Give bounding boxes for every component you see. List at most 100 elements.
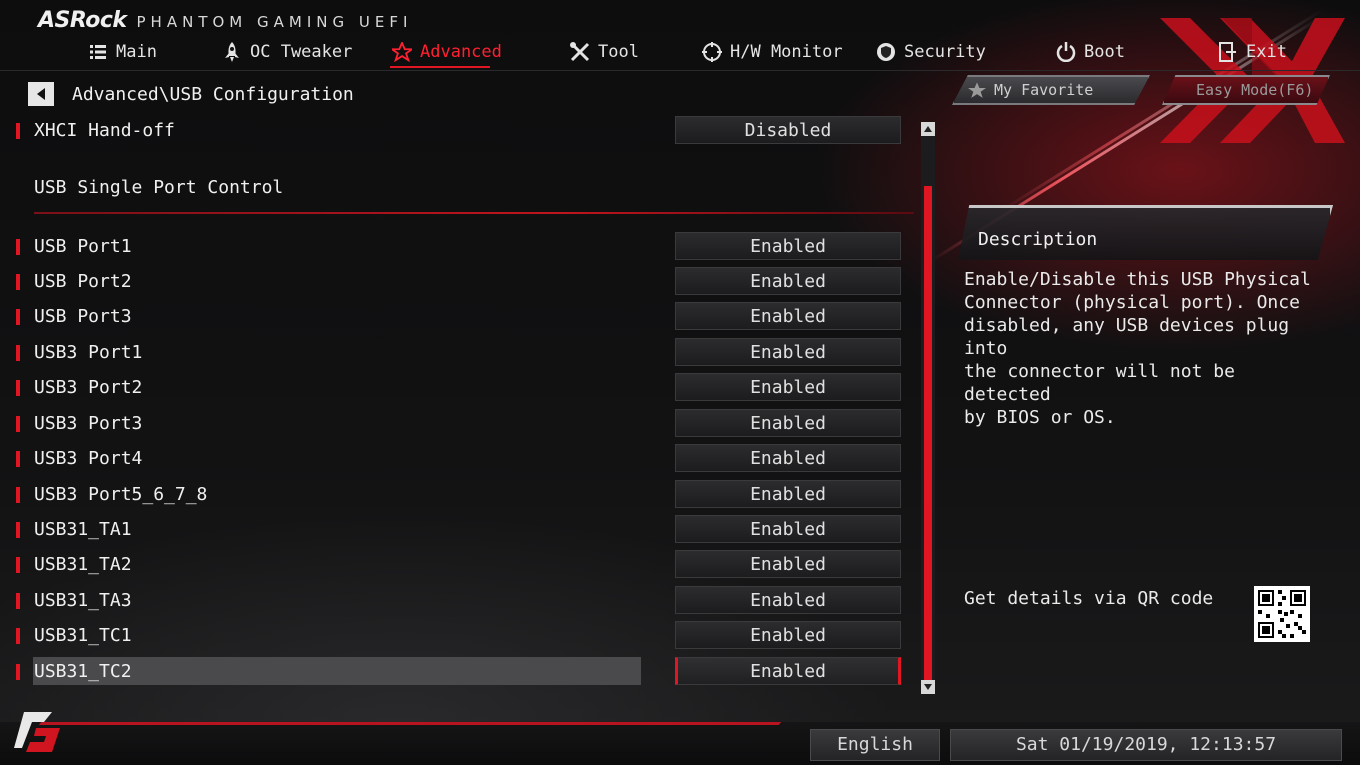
star-icon <box>392 42 412 62</box>
brand-subtitle: PHANTOM GAMING UEFI <box>136 13 413 31</box>
tab-hw-monitor[interactable]: H/W Monitor <box>702 42 843 62</box>
row-marker <box>16 487 20 503</box>
setting-row-usb3-port1[interactable]: USB3 Port1 Enabled <box>0 338 910 368</box>
setting-value-dropdown[interactable]: Disabled <box>675 116 901 144</box>
setting-label: USB3 Port5_6_7_8 <box>34 484 208 505</box>
row-marker <box>16 380 20 396</box>
setting-value-dropdown[interactable]: Enabled <box>675 515 901 543</box>
tab-tool[interactable]: Tool <box>570 42 639 62</box>
tab-oc-tweaker-label: OC Tweaker <box>250 42 353 62</box>
setting-label: USB Port1 <box>34 236 132 257</box>
setting-value-dropdown[interactable]: Enabled <box>675 232 901 260</box>
qr-code-caption: Get details via QR code <box>964 588 1214 609</box>
setting-label: USB31_TA2 <box>34 554 132 575</box>
description-title: Description <box>978 229 1098 250</box>
tab-security[interactable]: Security <box>876 42 986 62</box>
easy-mode-button[interactable]: Easy Mode(F6) <box>1162 75 1330 105</box>
row-marker <box>16 239 20 255</box>
row-marker <box>16 123 20 139</box>
tab-exit-label: Exit <box>1246 42 1287 62</box>
row-marker <box>16 557 20 573</box>
setting-value-dropdown[interactable]: Enabled <box>675 480 901 508</box>
setting-label: USB3 Port4 <box>34 448 143 469</box>
row-marker <box>16 274 20 290</box>
tab-boot-label: Boot <box>1084 42 1125 62</box>
setting-value-dropdown[interactable]: Enabled <box>675 586 901 614</box>
setting-label: USB31_TC2 <box>34 661 132 682</box>
section-title: USB Single Port Control <box>34 177 284 198</box>
tab-advanced[interactable]: Advanced <box>392 42 502 62</box>
back-arrow-icon <box>37 88 45 100</box>
setting-value-dropdown[interactable]: Enabled <box>675 621 901 649</box>
breadcrumb: Advanced\USB Configuration <box>72 84 354 105</box>
brand-name: ASRock <box>38 8 127 33</box>
row-marker <box>16 345 20 361</box>
setting-row-usb-port2[interactable]: USB Port2 Enabled <box>0 267 910 297</box>
setting-value-dropdown[interactable]: Enabled <box>675 267 901 295</box>
tab-main-label: Main <box>116 42 157 62</box>
my-favorite-button[interactable]: My Favorite <box>952 75 1150 105</box>
setting-row-usb3-port4[interactable]: USB3 Port4 Enabled <box>0 444 910 474</box>
setting-value-dropdown[interactable]: Enabled <box>675 373 901 401</box>
setting-label: USB3 Port1 <box>34 342 143 363</box>
setting-label: XHCI Hand-off <box>34 120 175 141</box>
setting-value-dropdown[interactable]: Enabled <box>675 550 901 578</box>
active-tab-indicator <box>390 66 490 68</box>
setting-row-usb3-port3[interactable]: USB3 Port3 Enabled <box>0 409 910 439</box>
setting-row-usb-port1[interactable]: USB Port1 Enabled <box>0 232 910 262</box>
setting-row-usb31-ta3[interactable]: USB31_TA3 Enabled <box>0 586 910 616</box>
tools-icon <box>570 42 590 62</box>
setting-value-dropdown[interactable]: Enabled <box>675 657 901 685</box>
my-favorite-label: My Favorite <box>994 81 1094 99</box>
setting-label: USB31_TA1 <box>34 519 132 540</box>
setting-row-usb-port3[interactable]: USB Port3 Enabled <box>0 302 910 332</box>
scroll-up-button[interactable] <box>921 122 935 136</box>
setting-value-dropdown[interactable]: Enabled <box>675 302 901 330</box>
scrollbar-thumb[interactable] <box>924 186 932 680</box>
datetime-display: Sat 01/19/2019, 12:13:57 <box>950 729 1342 761</box>
row-marker <box>16 628 20 644</box>
setting-value-dropdown[interactable]: Enabled <box>675 409 901 437</box>
setting-row-usb31-ta2[interactable]: USB31_TA2 Enabled <box>0 550 910 580</box>
row-marker <box>16 416 20 432</box>
power-icon <box>1056 42 1076 62</box>
row-marker <box>16 522 20 538</box>
main-nav: Main OC Tweaker Advanced Tool H/W Monito… <box>0 38 1360 70</box>
tab-security-label: Security <box>904 42 986 62</box>
header-divider <box>0 70 1360 71</box>
tab-exit[interactable]: Exit <box>1218 42 1287 62</box>
back-button[interactable] <box>28 82 54 106</box>
scroll-down-button[interactable] <box>921 680 935 694</box>
setting-row-usb31-tc1[interactable]: USB31_TC1 Enabled <box>0 621 910 651</box>
row-marker <box>16 593 20 609</box>
language-button[interactable]: English <box>810 729 940 761</box>
rocket-icon <box>222 42 242 62</box>
setting-row-usb3-port5-6-7-8[interactable]: USB3 Port5_6_7_8 Enabled <box>0 480 910 510</box>
setting-row-usb31-ta1[interactable]: USB31_TA1 Enabled <box>0 515 910 545</box>
tab-advanced-label: Advanced <box>420 42 502 62</box>
setting-label: USB31_TC1 <box>34 625 132 646</box>
setting-row-xhci-hand-off[interactable]: XHCI Hand-off Disabled <box>0 116 910 146</box>
monitor-icon <box>702 42 722 62</box>
qr-code-icon <box>1254 586 1310 642</box>
tab-boot[interactable]: Boot <box>1056 42 1125 62</box>
setting-row-usb3-port2[interactable]: USB3 Port2 Enabled <box>0 373 910 403</box>
row-marker <box>16 451 20 467</box>
shield-icon <box>876 42 896 62</box>
section-divider <box>34 212 914 214</box>
setting-value-dropdown[interactable]: Enabled <box>675 444 901 472</box>
setting-row-usb31-tc2[interactable]: USB31_TC2 Enabled <box>0 657 910 687</box>
row-marker <box>16 309 20 325</box>
setting-label: USB3 Port2 <box>34 377 143 398</box>
footer-accent-line <box>38 722 782 725</box>
setting-label: USB Port3 <box>34 306 132 327</box>
list-icon <box>88 42 108 62</box>
setting-label: USB31_TA3 <box>34 590 132 611</box>
setting-value-dropdown[interactable]: Enabled <box>675 338 901 366</box>
brand-logo: ASRock PHANTOM GAMING UEFI <box>38 8 412 34</box>
exit-icon <box>1218 42 1238 62</box>
tab-oc-tweaker[interactable]: OC Tweaker <box>222 42 352 62</box>
tab-main[interactable]: Main <box>88 42 157 62</box>
row-marker <box>16 664 20 680</box>
chevron-down-icon <box>924 684 932 690</box>
